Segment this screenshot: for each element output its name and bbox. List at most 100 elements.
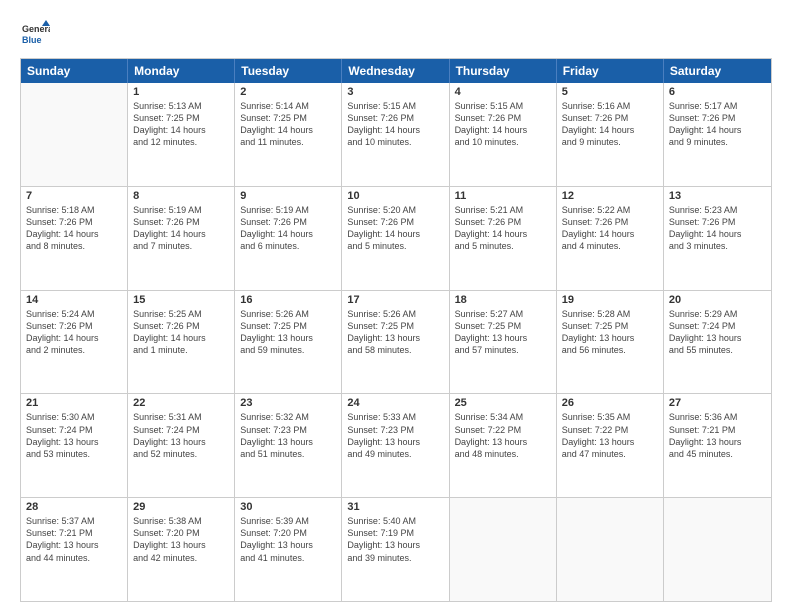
day-cell-17: 17 Sunrise: 5:26 AMSunset: 7:25 PMDayligh… [342,291,449,394]
day-number: 1 [133,86,229,98]
calendar-header: SundayMondayTuesdayWednesdayThursdayFrid… [21,59,771,83]
day-number: 10 [347,190,443,202]
day-number: 6 [669,86,766,98]
day-number: 4 [455,86,551,98]
empty-cell [557,498,664,601]
day-info: Sunrise: 5:37 AMSunset: 7:21 PMDaylight:… [26,515,122,564]
day-number: 2 [240,86,336,98]
day-info: Sunrise: 5:33 AMSunset: 7:23 PMDaylight:… [347,411,443,460]
header-day-tuesday: Tuesday [235,59,342,83]
day-cell-31: 31Sunrise: 5:40 AMSunset: 7:19 PMDayligh… [342,498,449,601]
day-info: Sunrise: 5:19 AMSunset: 7:26 PMDaylight:… [240,204,336,253]
day-cell-3: 3 Sunrise: 5:15 AMSunset: 7:26 PMDaylight… [342,83,449,186]
day-info: Sunrise: 5:20 AMSunset: 7:26 PMDaylight:… [347,204,443,253]
day-number: 14 [26,294,122,306]
day-number: 26 [562,397,658,409]
day-number: 22 [133,397,229,409]
svg-text:Blue: Blue [22,35,42,45]
day-number: 19 [562,294,658,306]
day-cell-12: 12Sunrise: 5:22 AMSunset: 7:26 PMDayligh… [557,187,664,290]
day-number: 11 [455,190,551,202]
day-info: Sunrise: 5:40 AMSunset: 7:19 PMDaylight:… [347,515,443,564]
calendar: SundayMondayTuesdayWednesdayThursdayFrid… [20,58,772,602]
day-info: Sunrise: 5:14 AMSunset: 7:25 PMDaylight:… [240,100,336,149]
day-number: 16 [240,294,336,306]
day-cell-1: 1 Sunrise: 5:13 AMSunset: 7:25 PMDaylight… [128,83,235,186]
day-info: Sunrise: 5:38 AMSunset: 7:20 PMDaylight:… [133,515,229,564]
day-info: Sunrise: 5:39 AMSunset: 7:20 PMDaylight:… [240,515,336,564]
day-info: Sunrise: 5:13 AMSunset: 7:25 PMDaylight:… [133,100,229,149]
day-cell-4: 4 Sunrise: 5:15 AMSunset: 7:26 PMDaylight… [450,83,557,186]
day-cell-13: 13 Sunrise: 5:23 AMSunset: 7:26 PMDayligh… [664,187,771,290]
day-cell-20: 20 Sunrise: 5:29 AMSunset: 7:24 PMDayligh… [664,291,771,394]
calendar-week-4: 21Sunrise: 5:30 AMSunset: 7:24 PMDayligh… [21,394,771,498]
day-info: Sunrise: 5:16 AMSunset: 7:26 PMDaylight:… [562,100,658,149]
day-number: 25 [455,397,551,409]
day-info: Sunrise: 5:29 AMSunset: 7:24 PMDaylight:… [669,308,766,357]
day-number: 8 [133,190,229,202]
header-day-friday: Friday [557,59,664,83]
day-cell-19: 19 Sunrise: 5:28 AMSunset: 7:25 PMDayligh… [557,291,664,394]
day-number: 13 [669,190,766,202]
day-cell-26: 26 Sunrise: 5:35 AMSunset: 7:22 PMDayligh… [557,394,664,497]
day-cell-28: 28 Sunrise: 5:37 AMSunset: 7:21 PMDayligh… [21,498,128,601]
empty-cell [450,498,557,601]
day-number: 9 [240,190,336,202]
day-cell-15: 15 Sunrise: 5:25 AMSunset: 7:26 PMDayligh… [128,291,235,394]
day-number: 29 [133,501,229,513]
day-number: 15 [133,294,229,306]
calendar-week-5: 28 Sunrise: 5:37 AMSunset: 7:21 PMDayligh… [21,498,771,601]
calendar-body: 1 Sunrise: 5:13 AMSunset: 7:25 PMDaylight… [21,83,771,601]
day-info: Sunrise: 5:31 AMSunset: 7:24 PMDaylight:… [133,411,229,460]
day-cell-18: 18 Sunrise: 5:27 AMSunset: 7:25 PMDayligh… [450,291,557,394]
header-day-monday: Monday [128,59,235,83]
day-info: Sunrise: 5:22 AMSunset: 7:26 PMDaylight:… [562,204,658,253]
day-info: Sunrise: 5:21 AMSunset: 7:26 PMDaylight:… [455,204,551,253]
day-cell-24: 24 Sunrise: 5:33 AMSunset: 7:23 PMDayligh… [342,394,449,497]
day-number: 24 [347,397,443,409]
day-number: 17 [347,294,443,306]
day-number: 20 [669,294,766,306]
day-cell-16: 16 Sunrise: 5:26 AMSunset: 7:25 PMDayligh… [235,291,342,394]
empty-cell [664,498,771,601]
calendar-week-3: 14 Sunrise: 5:24 AMSunset: 7:26 PMDayligh… [21,291,771,395]
day-cell-14: 14 Sunrise: 5:24 AMSunset: 7:26 PMDayligh… [21,291,128,394]
day-cell-27: 27Sunrise: 5:36 AMSunset: 7:21 PMDayligh… [664,394,771,497]
day-cell-29: 29 Sunrise: 5:38 AMSunset: 7:20 PMDayligh… [128,498,235,601]
day-info: Sunrise: 5:15 AMSunset: 7:26 PMDaylight:… [455,100,551,149]
day-info: Sunrise: 5:19 AMSunset: 7:26 PMDaylight:… [133,204,229,253]
day-info: Sunrise: 5:32 AMSunset: 7:23 PMDaylight:… [240,411,336,460]
day-info: Sunrise: 5:27 AMSunset: 7:25 PMDaylight:… [455,308,551,357]
day-info: Sunrise: 5:26 AMSunset: 7:25 PMDaylight:… [240,308,336,357]
day-info: Sunrise: 5:34 AMSunset: 7:22 PMDaylight:… [455,411,551,460]
day-info: Sunrise: 5:25 AMSunset: 7:26 PMDaylight:… [133,308,229,357]
day-cell-5: 5 Sunrise: 5:16 AMSunset: 7:26 PMDaylight… [557,83,664,186]
day-number: 5 [562,86,658,98]
day-number: 23 [240,397,336,409]
day-info: Sunrise: 5:28 AMSunset: 7:25 PMDaylight:… [562,308,658,357]
header-day-wednesday: Wednesday [342,59,449,83]
day-info: Sunrise: 5:17 AMSunset: 7:26 PMDaylight:… [669,100,766,149]
day-cell-11: 11 Sunrise: 5:21 AMSunset: 7:26 PMDayligh… [450,187,557,290]
day-info: Sunrise: 5:30 AMSunset: 7:24 PMDaylight:… [26,411,122,460]
day-info: Sunrise: 5:24 AMSunset: 7:26 PMDaylight:… [26,308,122,357]
day-cell-10: 10 Sunrise: 5:20 AMSunset: 7:26 PMDayligh… [342,187,449,290]
day-number: 3 [347,86,443,98]
day-info: Sunrise: 5:26 AMSunset: 7:25 PMDaylight:… [347,308,443,357]
day-info: Sunrise: 5:15 AMSunset: 7:26 PMDaylight:… [347,100,443,149]
day-cell-7: 7Sunrise: 5:18 AMSunset: 7:26 PMDaylight… [21,187,128,290]
day-info: Sunrise: 5:23 AMSunset: 7:26 PMDaylight:… [669,204,766,253]
day-number: 7 [26,190,122,202]
day-number: 30 [240,501,336,513]
day-cell-21: 21Sunrise: 5:30 AMSunset: 7:24 PMDayligh… [21,394,128,497]
day-cell-9: 9 Sunrise: 5:19 AMSunset: 7:26 PMDaylight… [235,187,342,290]
empty-cell [21,83,128,186]
day-number: 28 [26,501,122,513]
day-cell-6: 6 Sunrise: 5:17 AMSunset: 7:26 PMDaylight… [664,83,771,186]
logo-icon: General Blue [20,18,50,48]
day-info: Sunrise: 5:35 AMSunset: 7:22 PMDaylight:… [562,411,658,460]
day-number: 18 [455,294,551,306]
day-cell-23: 23 Sunrise: 5:32 AMSunset: 7:23 PMDayligh… [235,394,342,497]
header-day-thursday: Thursday [450,59,557,83]
day-cell-22: 22 Sunrise: 5:31 AMSunset: 7:24 PMDayligh… [128,394,235,497]
